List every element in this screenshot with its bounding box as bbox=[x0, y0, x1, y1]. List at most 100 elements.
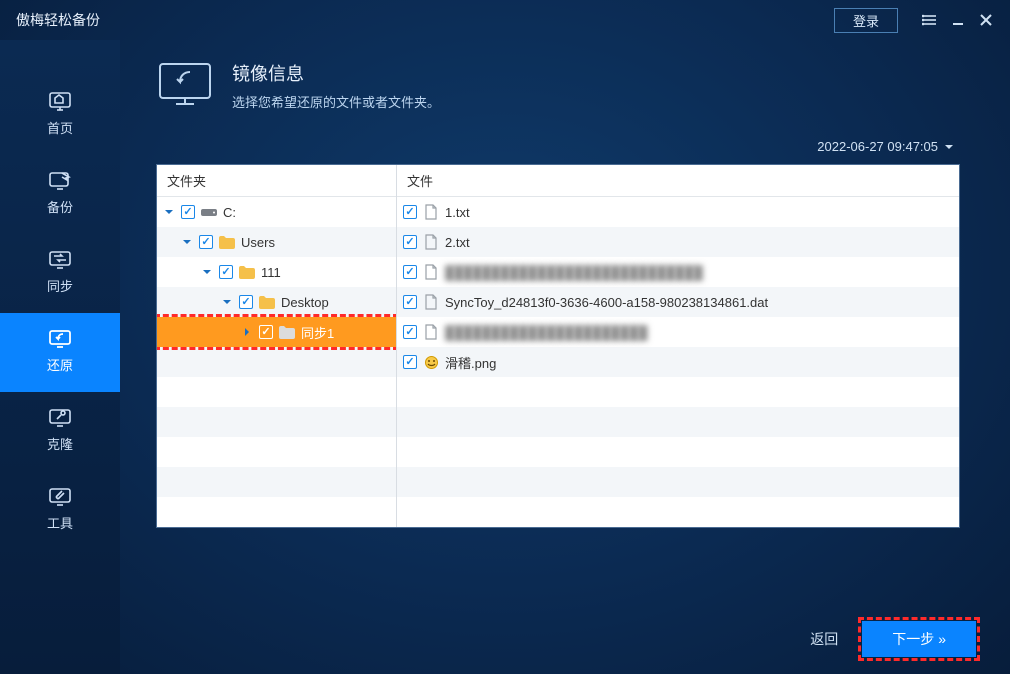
folder-pane-header: 文件夹 bbox=[157, 165, 396, 197]
checkbox[interactable] bbox=[403, 265, 417, 279]
folder-icon bbox=[279, 324, 295, 340]
pad-row bbox=[157, 377, 396, 407]
pad-row bbox=[397, 437, 959, 467]
page-header: 镜像信息 选择您希望还原的文件或者文件夹。 bbox=[156, 60, 960, 111]
pad-row bbox=[157, 497, 396, 527]
file-label: ██████████████████████ bbox=[445, 325, 648, 340]
file-row[interactable]: 滑稽.png bbox=[397, 347, 959, 377]
file-label: SyncToy_d24813f0-3636-4600-a158-98023813… bbox=[445, 295, 768, 310]
login-button[interactable]: 登录 bbox=[834, 8, 898, 33]
pad-row bbox=[157, 347, 396, 377]
app-title: 傲梅轻松备份 bbox=[16, 10, 100, 30]
timestamp-text: 2022-06-27 09:47:05 bbox=[817, 139, 938, 154]
checkbox[interactable] bbox=[259, 325, 273, 339]
page-title: 镜像信息 bbox=[232, 60, 440, 86]
image-icon bbox=[423, 354, 439, 370]
folder-tree: C: Users 111 D bbox=[157, 197, 396, 527]
close-icon[interactable] bbox=[972, 6, 1000, 34]
checkbox[interactable] bbox=[403, 355, 417, 369]
expander-icon[interactable] bbox=[201, 266, 213, 278]
folder-pane: 文件夹 C: Users 111 bbox=[157, 165, 397, 527]
expander-icon[interactable] bbox=[163, 206, 175, 218]
checkbox[interactable] bbox=[403, 325, 417, 339]
checkbox[interactable] bbox=[181, 205, 195, 219]
file-pane-header: 文件 bbox=[397, 165, 959, 197]
file-browser: 文件夹 C: Users 111 bbox=[156, 164, 960, 528]
file-pane: 文件 1.txt 2.txt █████████████████████████… bbox=[397, 165, 959, 527]
main-area: 镜像信息 选择您希望还原的文件或者文件夹。 2022-06-27 09:47:0… bbox=[120, 40, 1010, 604]
clone-icon bbox=[47, 406, 73, 428]
sidebar-item-label: 首页 bbox=[47, 118, 73, 137]
tree-row[interactable]: 111 bbox=[157, 257, 396, 287]
expander-icon[interactable] bbox=[181, 236, 193, 248]
pad-row bbox=[397, 497, 959, 527]
checkbox[interactable] bbox=[199, 235, 213, 249]
checkbox[interactable] bbox=[403, 235, 417, 249]
pad-row bbox=[157, 437, 396, 467]
sidebar-item-label: 备份 bbox=[47, 197, 73, 216]
file-row[interactable]: 2.txt bbox=[397, 227, 959, 257]
file-row[interactable]: ██████████████████████ bbox=[397, 317, 959, 347]
sidebar: 首页 备份 同步 还原 克隆 工具 bbox=[0, 40, 120, 674]
sidebar-item-home[interactable]: 首页 bbox=[0, 76, 120, 155]
sidebar-item-label: 还原 bbox=[47, 355, 73, 374]
folder-icon bbox=[259, 294, 275, 310]
tree-label: 同步1 bbox=[301, 323, 334, 342]
folder-icon bbox=[239, 264, 255, 280]
file-label: 2.txt bbox=[445, 235, 470, 250]
timestamp-dropdown[interactable]: 2022-06-27 09:47:05 bbox=[156, 139, 960, 154]
back-button[interactable]: 返回 bbox=[810, 629, 838, 649]
minimize-icon[interactable] bbox=[944, 6, 972, 34]
checkbox[interactable] bbox=[403, 295, 417, 309]
backup-icon bbox=[47, 169, 73, 191]
checkbox[interactable] bbox=[403, 205, 417, 219]
file-row[interactable]: SyncToy_d24813f0-3636-4600-a158-98023813… bbox=[397, 287, 959, 317]
file-icon bbox=[423, 234, 439, 250]
file-icon bbox=[423, 204, 439, 220]
pad-row bbox=[157, 467, 396, 497]
file-icon bbox=[423, 264, 439, 280]
pad-row bbox=[397, 377, 959, 407]
checkbox[interactable] bbox=[219, 265, 233, 279]
pad-row bbox=[397, 407, 959, 437]
file-icon bbox=[423, 324, 439, 340]
file-label: 1.txt bbox=[445, 205, 470, 220]
expander-icon[interactable] bbox=[221, 296, 233, 308]
tree-label: C: bbox=[223, 205, 236, 220]
sidebar-item-label: 克隆 bbox=[47, 434, 73, 453]
tree-label: 111 bbox=[261, 265, 281, 280]
pad-row bbox=[397, 467, 959, 497]
file-row[interactable]: ████████████████████████████ bbox=[397, 257, 959, 287]
file-icon bbox=[423, 294, 439, 310]
checkbox[interactable] bbox=[239, 295, 253, 309]
chevrons-right-icon: » bbox=[938, 631, 946, 647]
image-info-icon bbox=[156, 60, 214, 110]
next-button-highlight: 下一步 » bbox=[858, 617, 980, 661]
sidebar-item-clone[interactable]: 克隆 bbox=[0, 392, 120, 471]
chevron-down-icon bbox=[944, 142, 954, 152]
tree-row[interactable]: C: bbox=[157, 197, 396, 227]
next-button[interactable]: 下一步 » bbox=[862, 621, 976, 657]
sidebar-item-sync[interactable]: 同步 bbox=[0, 234, 120, 313]
sync-icon bbox=[47, 248, 73, 270]
sidebar-item-restore[interactable]: 还原 bbox=[0, 313, 120, 392]
titlebar: 傲梅轻松备份 登录 bbox=[0, 0, 1010, 40]
expander-icon[interactable] bbox=[241, 326, 253, 338]
sidebar-item-backup[interactable]: 备份 bbox=[0, 155, 120, 234]
home-icon bbox=[47, 90, 73, 112]
tree-row[interactable]: Desktop bbox=[157, 287, 396, 317]
restore-icon bbox=[47, 327, 73, 349]
tree-row[interactable]: Users bbox=[157, 227, 396, 257]
selection-highlight bbox=[157, 314, 396, 350]
file-list: 1.txt 2.txt ████████████████████████████… bbox=[397, 197, 959, 527]
menu-list-icon[interactable] bbox=[916, 6, 944, 34]
sidebar-item-label: 工具 bbox=[47, 513, 73, 532]
file-row[interactable]: 1.txt bbox=[397, 197, 959, 227]
folder-icon bbox=[219, 234, 235, 250]
sidebar-item-tools[interactable]: 工具 bbox=[0, 471, 120, 550]
pad-row bbox=[157, 407, 396, 437]
tree-label: Users bbox=[241, 235, 275, 250]
sidebar-item-label: 同步 bbox=[47, 276, 73, 295]
tree-row-selected[interactable]: 同步1 bbox=[157, 317, 396, 347]
file-label: 滑稽.png bbox=[445, 353, 496, 372]
